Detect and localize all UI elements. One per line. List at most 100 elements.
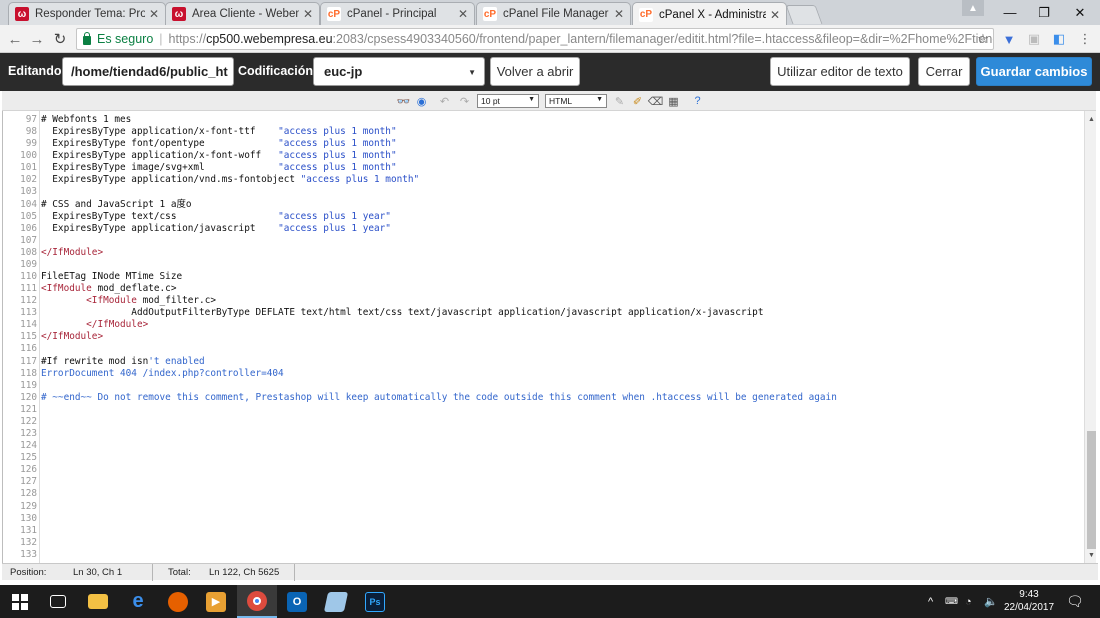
code-line[interactable] <box>41 380 1081 392</box>
chrome-icon[interactable] <box>237 585 277 618</box>
undo-icon[interactable]: ↶ <box>437 94 452 108</box>
tab-area-cliente[interactable]: ω Área Cliente - Webempre ✕ <box>165 2 320 25</box>
goto-line-icon[interactable]: ◉ <box>414 94 429 108</box>
code-line[interactable]: ExpiresByType font/opentype "access plus… <box>41 138 1081 150</box>
code-line[interactable] <box>41 452 1081 464</box>
code-line[interactable]: ErrorDocument 404 /index.php?controller=… <box>41 368 1081 380</box>
close-icon[interactable]: ✕ <box>458 7 468 21</box>
media-player-icon[interactable]: ▶ <box>196 585 236 618</box>
encoding-select[interactable]: euc-jp ▼ <box>313 57 485 86</box>
code-line[interactable]: # ~~end~~ Do not remove this comment, Pr… <box>41 392 1081 404</box>
photoshop-icon[interactable]: Ps <box>355 585 395 618</box>
forward-arrow-icon[interactable]: → <box>27 29 47 49</box>
firefox-icon[interactable] <box>158 585 198 618</box>
scroll-down-arrow-icon[interactable]: ▼ <box>1085 549 1096 561</box>
edge-browser-icon[interactable]: e <box>118 585 158 618</box>
reload-icon[interactable]: ↻ <box>50 29 70 49</box>
code-line[interactable] <box>41 416 1081 428</box>
code-line[interactable] <box>41 488 1081 500</box>
restore-icon[interactable]: ❐ <box>1026 0 1062 25</box>
save-changes-button[interactable]: Guardar cambios <box>976 57 1092 86</box>
close-button[interactable]: Cerrar <box>918 57 970 86</box>
bookmark-star-icon[interactable]: ☆ <box>974 30 992 48</box>
code-line[interactable] <box>41 259 1081 271</box>
input-method-icon[interactable]: ⌨ <box>945 585 958 618</box>
code-line[interactable]: # CSS and JavaScript 1 a度o <box>41 199 1081 211</box>
highlight-icon[interactable]: ✎ <box>612 94 627 108</box>
code-line[interactable]: <IfModule mod_deflate.c> <box>41 283 1081 295</box>
font-size-select[interactable]: 10 pt ▼ <box>477 94 539 108</box>
find-binoculars-icon[interactable]: 👓 <box>396 94 411 108</box>
code-line[interactable]: ExpiresByType text/css "access plus 1 ye… <box>41 211 1081 223</box>
code-line[interactable]: #If rewrite mod isn't enabled <box>41 356 1081 368</box>
code-line[interactable] <box>41 428 1081 440</box>
close-window-icon[interactable]: ✕ <box>1062 0 1098 25</box>
code-line[interactable]: # Webfonts 1 mes <box>41 114 1081 126</box>
code-line[interactable] <box>41 549 1081 561</box>
scrollbar-thumb[interactable] <box>1087 431 1096 549</box>
vertical-scrollbar[interactable]: ▲ ▼ <box>1084 111 1096 563</box>
close-icon[interactable]: ✕ <box>149 7 159 21</box>
extension-gray-icon[interactable]: ▣ <box>1025 30 1043 48</box>
minimize-icon[interactable]: — <box>992 0 1028 25</box>
code-line[interactable]: ExpiresByType application/javascript "ac… <box>41 223 1081 235</box>
code-line[interactable]: ExpiresByType image/svg+xml "access plus… <box>41 162 1081 174</box>
close-icon[interactable]: ✕ <box>614 7 624 21</box>
code-line[interactable]: AddOutputFilterByType DEFLATE text/html … <box>41 307 1081 319</box>
code-line[interactable] <box>41 186 1081 198</box>
wifi-icon[interactable]: ◔ <box>965 585 972 618</box>
notifications-icon[interactable]: 🗨 <box>1066 585 1084 618</box>
code-line[interactable] <box>41 537 1081 549</box>
close-icon[interactable]: ✕ <box>303 7 313 21</box>
outlook-icon[interactable]: O <box>277 585 317 618</box>
help-icon[interactable]: ? <box>690 94 705 108</box>
tab-cpanel-administrador[interactable]: cP cPanel X - Administrador ✕ <box>632 2 787 26</box>
code-line[interactable]: </IfModule> <box>41 331 1081 343</box>
code-line[interactable] <box>41 513 1081 525</box>
code-line[interactable] <box>41 525 1081 537</box>
menu-kebab-icon[interactable]: ⋮ <box>1076 30 1094 48</box>
tab-cpanel-principal[interactable]: cP cPanel - Principal ✕ <box>320 2 475 25</box>
extension-pin-icon[interactable]: ▼ <box>1000 30 1018 48</box>
extension-blue-icon[interactable]: ◧ <box>1050 30 1068 48</box>
file-explorer-icon[interactable] <box>78 585 118 618</box>
code-line[interactable]: ExpiresByType application/x-font-ttf "ac… <box>41 126 1081 138</box>
code-line[interactable] <box>41 464 1081 476</box>
fullscreen-icon[interactable]: ▦ <box>666 94 681 108</box>
back-arrow-icon[interactable]: ← <box>5 29 25 49</box>
task-view-icon[interactable] <box>38 585 78 618</box>
show-hidden-icons-chevron-icon[interactable]: ^ <box>928 585 933 618</box>
profile-icon[interactable]: ▲ <box>962 0 984 16</box>
code-line[interactable] <box>41 404 1081 416</box>
code-line[interactable]: ExpiresByType application/x-font-woff "a… <box>41 150 1081 162</box>
code-line[interactable]: FileETag INode MTime Size <box>41 271 1081 283</box>
eraser-icon[interactable]: ⌫ <box>648 94 664 108</box>
code-editor[interactable]: 97 98 99 100 101 102 103 104 105 106 107 108 109 110 1… <box>2 111 1096 563</box>
use-text-editor-button[interactable]: Utilizar editor de texto <box>770 57 910 86</box>
code-line[interactable] <box>41 343 1081 355</box>
code-line[interactable]: <IfModule mod_filter.c> <box>41 295 1081 307</box>
syntax-select[interactable]: HTML ▼ <box>545 94 607 108</box>
code-content[interactable]: # Webfonts 1 mes ExpiresByType applicati… <box>41 114 1081 561</box>
code-line[interactable]: </IfModule> <box>41 247 1081 259</box>
secure-indicator[interactable]: Es seguro <box>83 31 153 46</box>
code-line[interactable] <box>41 440 1081 452</box>
windows-start-icon[interactable] <box>0 585 40 618</box>
scroll-up-arrow-icon[interactable]: ▲ <box>1085 113 1096 125</box>
reopen-button[interactable]: Volver a abrir <box>490 57 580 86</box>
taskbar-clock[interactable]: 9:43 22/04/2017 <box>1000 588 1058 614</box>
tab-cpanel-file-manager[interactable]: cP cPanel File Manager v3 ✕ <box>476 2 631 25</box>
file-path-field[interactable]: /home/tiendad6/public_ht <box>62 57 234 86</box>
code-line[interactable] <box>41 501 1081 513</box>
notepad-icon[interactable] <box>316 585 356 618</box>
code-line[interactable] <box>41 476 1081 488</box>
address-bar[interactable]: Es seguro | https:// cp500.webempresa.eu… <box>76 28 994 50</box>
code-line[interactable] <box>41 235 1081 247</box>
close-icon[interactable]: ✕ <box>770 8 780 22</box>
code-line[interactable]: ExpiresByType application/vnd.ms-fontobj… <box>41 174 1081 186</box>
code-line[interactable]: </IfModule> <box>41 319 1081 331</box>
syntax-wand-icon[interactable]: ✐ <box>630 94 645 108</box>
redo-icon[interactable]: ↷ <box>457 94 472 108</box>
new-tab-button[interactable] <box>785 5 823 24</box>
volume-icon[interactable]: 🔈 <box>984 585 998 618</box>
